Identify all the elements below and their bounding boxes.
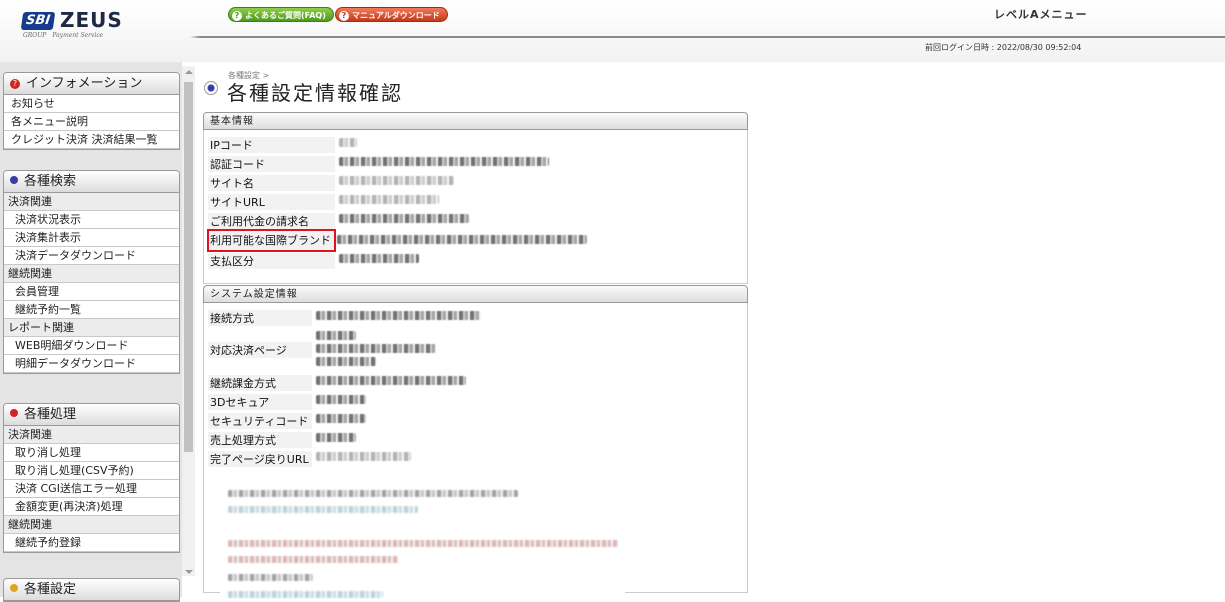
redacted-value <box>335 173 454 192</box>
zeus-logo[interactable]: SBI ZEUS GROUP Payment Service <box>20 8 123 39</box>
field-label: サイトURL <box>208 193 335 210</box>
question-icon: ? <box>339 11 349 21</box>
redacted-value <box>312 308 481 327</box>
sidebar-item-web-statement[interactable]: WEB明細ダウンロード <box>4 337 179 355</box>
redacted-value <box>312 411 366 430</box>
info-icon: ? <box>10 79 20 89</box>
manual-download-button[interactable]: ? マニュアルダウンロード <box>335 7 448 22</box>
main-content: 各種設定 > 各種設定情報確認 基本情報 IPコード 認証コード サイト名 サイ… <box>200 62 1225 599</box>
setting-panel-header[interactable]: 各種設定 <box>4 579 179 601</box>
sidebar-item-payment-status[interactable]: 決済状況表示 <box>4 211 179 229</box>
section-heading: 基本情報 <box>203 112 748 130</box>
sidebar-item-recurring-register[interactable]: 継続予約登録 <box>4 534 179 552</box>
redacted-value <box>312 392 366 411</box>
faq-button[interactable]: ? よくあるご質問(FAQ) <box>228 7 334 22</box>
sidebar-item-menu-guide[interactable]: 各メニュー説明 <box>4 113 179 131</box>
sidebar-scrollbar[interactable] <box>182 66 195 597</box>
field-label: 接続方式 <box>208 309 312 326</box>
field-label: サイト名 <box>208 174 335 191</box>
last-login-time: 前回ログイン日時 : 2022/08/30 09:52:04 <box>925 43 1082 52</box>
bullet-icon <box>10 176 18 184</box>
field-label: ご利用代金の請求名 <box>208 212 335 229</box>
sidebar-item-payment-summary[interactable]: 決済集計表示 <box>4 229 179 247</box>
redacted-value <box>312 449 411 468</box>
sidebar-item-cancel[interactable]: 取り消し処理 <box>4 444 179 462</box>
info-panel: ? インフォメーション お知らせ 各メニュー説明 クレジット決済 決済結果一覧 <box>3 72 180 150</box>
redacted-value <box>312 327 436 373</box>
redacted-value <box>335 211 469 230</box>
field-label: 認証コード <box>208 155 335 172</box>
zeus-logo-text: ZEUS <box>60 8 123 32</box>
process-panel: 各種処理 決済関連 取り消し処理 取り消し処理(CSV予約) 決済 CGI送信エ… <box>3 403 180 553</box>
field-label: 売上処理方式 <box>208 431 312 448</box>
field-label: IPコード <box>208 136 335 153</box>
field-label: 継続課金方式 <box>208 374 312 391</box>
sidebar-item-cancel-csv[interactable]: 取り消し処理(CSV予約) <box>4 462 179 480</box>
redacted-value <box>335 154 549 173</box>
logo-subtitle: GROUP Payment Service <box>23 32 104 39</box>
redacted-value <box>335 230 587 251</box>
title-bullet-icon <box>204 81 218 95</box>
sidebar-item-credit-results[interactable]: クレジット決済 決済結果一覧 <box>4 131 179 149</box>
sidebar-item-amount-change[interactable]: 金額変更(再決済)処理 <box>4 498 179 516</box>
page-title: 各種設定情報確認 <box>227 81 403 105</box>
scroll-down-icon[interactable] <box>185 570 193 574</box>
redacted-value <box>312 430 356 449</box>
sbi-logo-mark: SBI <box>20 12 56 30</box>
question-icon: ? <box>232 11 242 21</box>
sidebar-category: 継続関連 <box>4 516 179 534</box>
field-label: セキュリティコード <box>208 412 312 429</box>
highlighted-field-label: 利用可能な国際ブランド <box>207 229 336 252</box>
sidebar-category: 決済関連 <box>4 426 179 444</box>
sidebar-category: 継続関連 <box>4 265 179 283</box>
scrollbar-thumb[interactable] <box>184 82 193 452</box>
sidebar-category: レポート関連 <box>4 319 179 337</box>
field-label: 支払区分 <box>208 252 335 269</box>
sidebar-item-notice[interactable]: お知らせ <box>4 95 179 113</box>
search-panel-header[interactable]: 各種検索 <box>4 171 179 193</box>
search-panel: 各種検索 決済関連 決済状況表示 決済集計表示 決済データダウンロード 継続関連… <box>3 170 180 374</box>
info-panel-header[interactable]: ? インフォメーション <box>4 73 179 95</box>
sidebar-item-recurring-list[interactable]: 継続予約一覧 <box>4 301 179 319</box>
sidebar-category: 決済関連 <box>4 193 179 211</box>
redacted-value <box>335 192 439 211</box>
sidebar-item-statement-download[interactable]: 明細データダウンロード <box>4 355 179 373</box>
bullet-icon <box>10 584 18 592</box>
header: SBI ZEUS GROUP Payment Service ? よくあるご質問(F… <box>0 0 1225 62</box>
setting-panel: 各種設定 <box>3 578 180 602</box>
scroll-up-icon[interactable] <box>185 70 193 74</box>
bullet-icon <box>10 409 18 417</box>
field-label: 完了ページ戻りURL <box>208 450 312 467</box>
field-label: 3Dセキュア <box>208 393 312 410</box>
redacted-notice-block <box>220 474 625 599</box>
redacted-value <box>335 135 357 154</box>
level-menu-label: レベルAメニュー <box>994 8 1088 21</box>
redacted-value <box>312 373 466 392</box>
field-label: 対応決済ページ <box>208 342 312 358</box>
basic-info-section: 基本情報 IPコード 認証コード サイト名 サイトURL ご利用代金の請求名 利… <box>203 112 748 284</box>
redacted-value <box>335 251 419 270</box>
process-panel-header[interactable]: 各種処理 <box>4 404 179 426</box>
sidebar-item-cgi-error[interactable]: 決済 CGI送信エラー処理 <box>4 480 179 498</box>
sidebar-item-payment-download[interactable]: 決済データダウンロード <box>4 247 179 265</box>
section-heading: システム設定情報 <box>203 285 748 303</box>
sidebar-item-member-management[interactable]: 会員管理 <box>4 283 179 301</box>
